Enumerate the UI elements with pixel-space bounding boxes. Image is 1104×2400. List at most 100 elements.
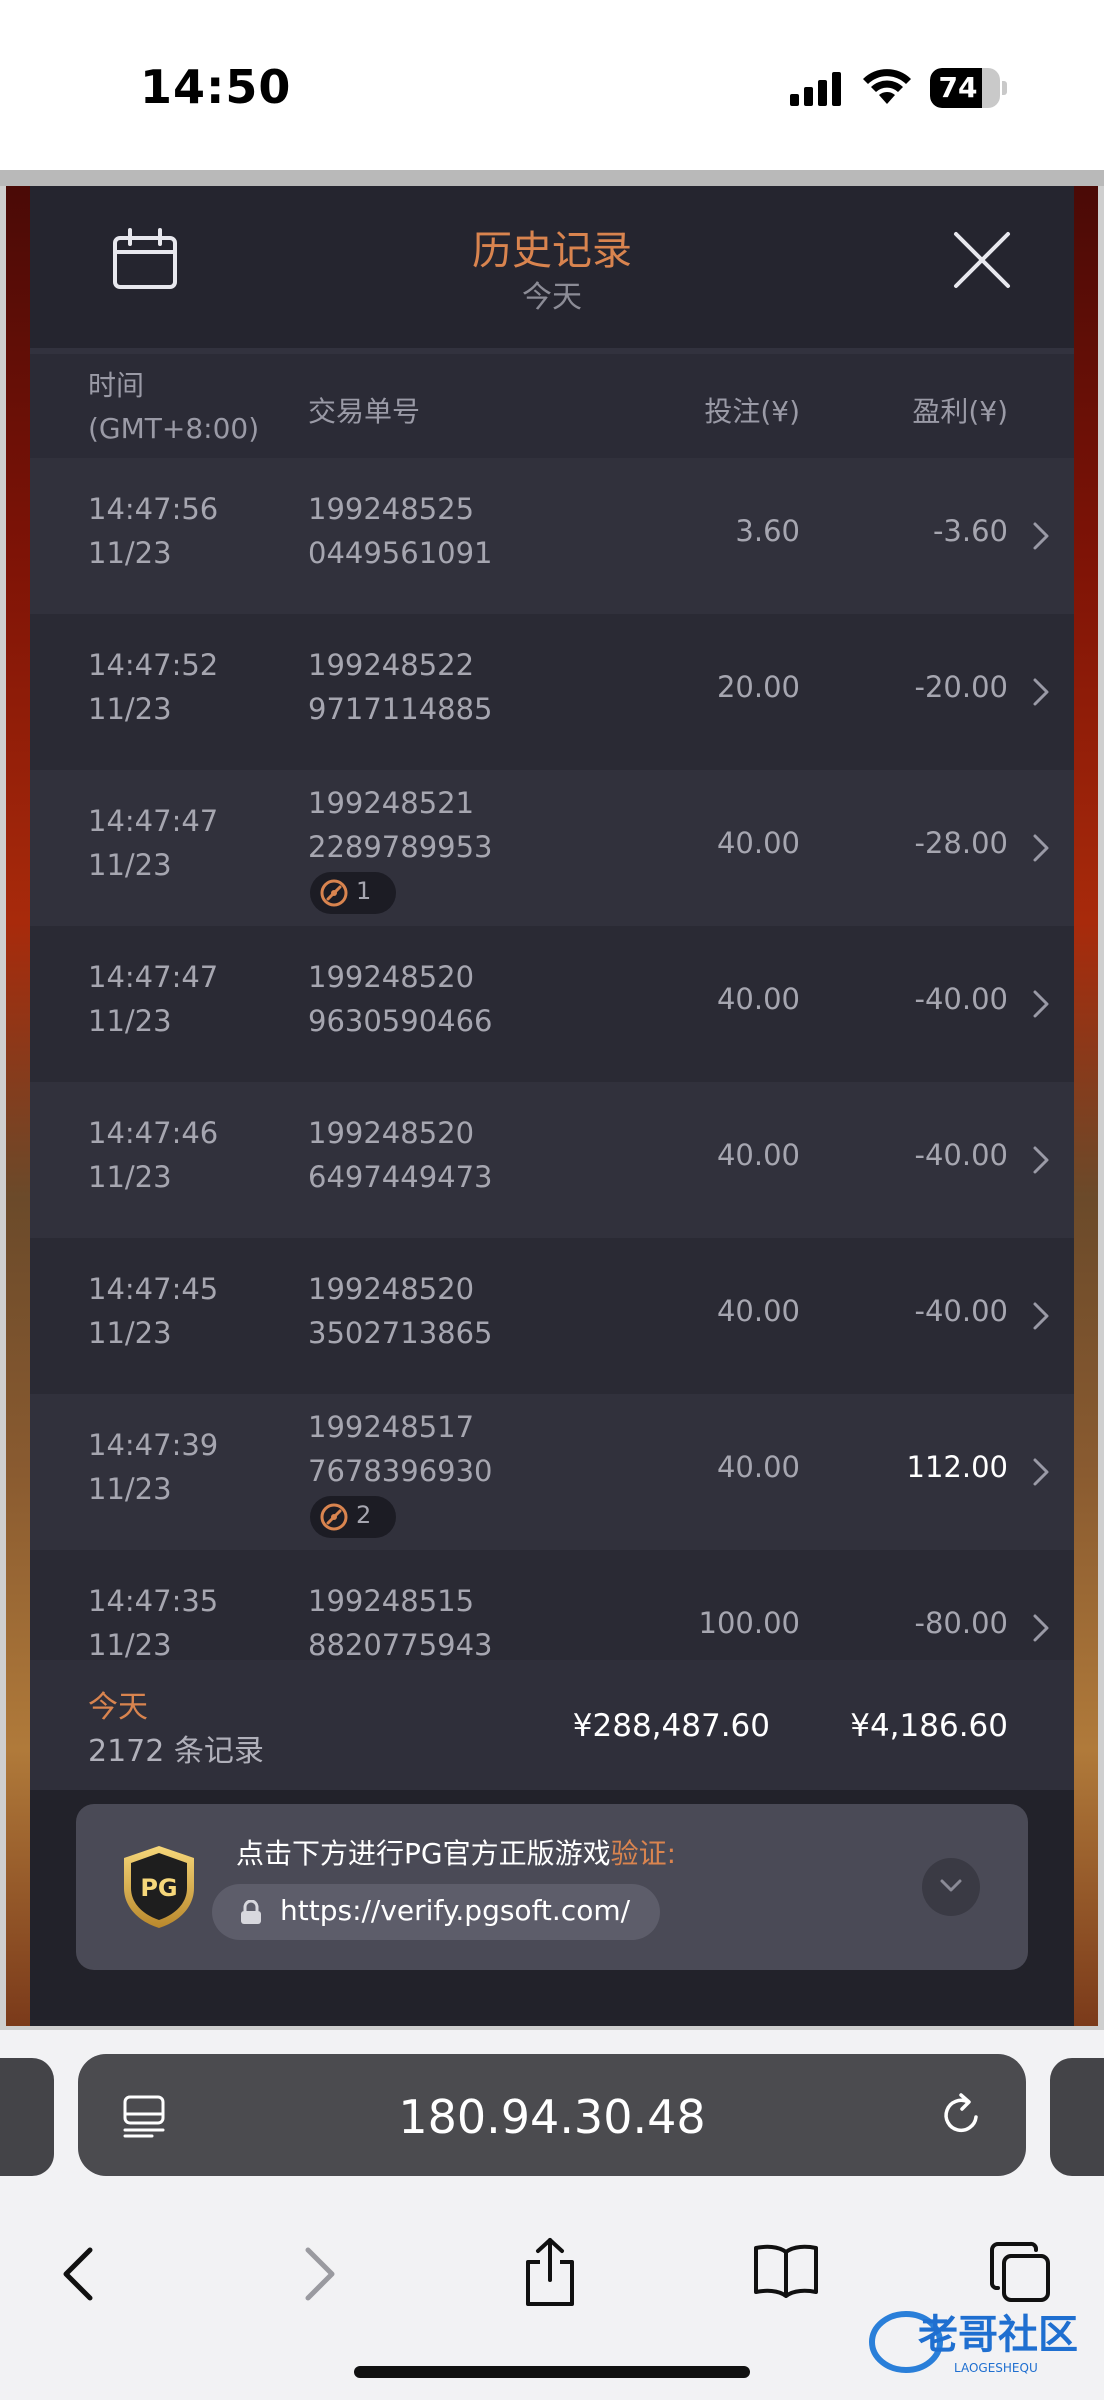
share-icon[interactable] [522, 2236, 578, 2308]
column-header-profit: 盈利(¥) [912, 395, 1008, 428]
history-row[interactable]: 14:47:46 11/23 199248520 6497449473 40.00 -40… [30, 1082, 1074, 1238]
row-time: 14:47:52 [88, 648, 219, 682]
chevron-right-icon[interactable] [1030, 1613, 1052, 1643]
close-icon[interactable] [952, 230, 1012, 290]
row-bet: 40.00 [716, 1138, 800, 1172]
row-transaction-id: 199248525 [308, 492, 475, 526]
row-bet: 40.00 [716, 826, 800, 860]
row-time: 14:47:56 [88, 492, 219, 526]
row-profit: -3.60 [932, 514, 1008, 548]
free-spin-badge: 1 [310, 872, 396, 914]
row-time: 14:47:46 [88, 1116, 219, 1150]
chevron-right-icon[interactable] [1030, 833, 1052, 863]
history-panel: 历史记录 今天 时间 (GMT+8:00) 交易单号 投注(¥) 盈利(¥) 1… [30, 186, 1074, 2026]
row-profit: 112.00 [906, 1450, 1008, 1484]
bookmarks-icon[interactable] [752, 2242, 820, 2298]
row-transaction-id: 199248520 [308, 1272, 475, 1306]
reload-icon[interactable] [940, 2092, 984, 2138]
row-transaction-id-suffix: 9630590466 [308, 1004, 493, 1038]
page-title: 历史记录 [472, 228, 632, 274]
address-bar[interactable]: 180.94.30.48 [78, 2054, 1026, 2176]
row-date: 11/23 [88, 536, 172, 570]
webview-top-edge [0, 170, 1104, 186]
chevron-down-icon [940, 1879, 962, 1892]
free-spin-icon [320, 879, 348, 907]
watermark-text: 老哥社区 [918, 2312, 1078, 2358]
row-profit: -40.00 [914, 1294, 1009, 1328]
previous-tab-preview[interactable] [0, 2058, 54, 2176]
cellular-signal-icon [790, 72, 841, 106]
verify-url-text: https://verify.pgsoft.com/ [280, 1894, 631, 1927]
row-bet: 40.00 [716, 1294, 800, 1328]
row-transaction-id-suffix: 0449561091 [308, 536, 493, 570]
row-transaction-id: 199248517 [308, 1410, 475, 1444]
forward-icon[interactable] [300, 2244, 340, 2304]
home-indicator [354, 2366, 750, 2378]
verify-url-link[interactable]: https://verify.pgsoft.com/ [212, 1884, 660, 1940]
row-profit: -40.00 [914, 982, 1009, 1016]
tabs-icon[interactable] [988, 2240, 1052, 2304]
history-row[interactable]: 14:47:45 11/23 199248520 3502713865 40.00 -40… [30, 1238, 1074, 1394]
pg-logo-text: PG [140, 1874, 177, 1902]
history-row[interactable]: 14:47:56 11/23 199248525 0449561091 3.60 -3.6… [30, 458, 1074, 614]
free-spin-badge: 2 [310, 1496, 396, 1538]
row-transaction-id: 199248520 [308, 960, 475, 994]
row-date: 11/23 [88, 1004, 172, 1038]
battery-level: 74 [938, 71, 978, 104]
row-profit: -80.00 [914, 1606, 1009, 1640]
total-bet: ¥288,487.60 [572, 1708, 770, 1744]
status-bar: 14:50 74 [0, 0, 1104, 170]
row-date: 11/23 [88, 1472, 172, 1506]
row-transaction-id-suffix: 2289789953 [308, 830, 493, 864]
column-headers: 时间 (GMT+8:00) 交易单号 投注(¥) 盈利(¥) [30, 354, 1074, 458]
row-time: 14:47:47 [88, 804, 219, 838]
expand-button[interactable] [922, 1858, 980, 1916]
chevron-right-icon[interactable] [1030, 989, 1052, 1019]
lock-icon [241, 1900, 261, 1924]
chevron-right-icon[interactable] [1030, 1145, 1052, 1175]
back-icon[interactable] [58, 2244, 98, 2304]
free-spin-icon [320, 1503, 348, 1531]
row-transaction-id: 199248515 [308, 1584, 475, 1618]
history-row[interactable]: 14:47:52 11/23 199248522 9717114885 20.00 -20… [30, 614, 1074, 770]
summary-label: 今天 [88, 1690, 148, 1725]
column-header-bet: 投注(¥) [704, 395, 800, 428]
row-transaction-id-suffix: 9717114885 [308, 692, 493, 726]
chevron-right-icon[interactable] [1030, 677, 1052, 707]
row-transaction-id: 199248520 [308, 1116, 475, 1150]
row-profit: -20.00 [914, 670, 1009, 704]
total-profit: ¥4,186.60 [850, 1708, 1008, 1744]
history-row[interactable]: 14:47:47 11/23 199248520 9630590466 40.00 -40… [30, 926, 1074, 1082]
pg-logo: PG [124, 1846, 194, 1928]
row-bet: 100.00 [698, 1606, 800, 1640]
watermark-logo: 老哥社区 LAOGESHEQU [869, 2311, 1078, 2375]
next-tab-preview[interactable] [1050, 2058, 1104, 2176]
row-time: 14:47:45 [88, 1272, 219, 1306]
chevron-right-icon[interactable] [1030, 521, 1052, 551]
row-time: 14:47:35 [88, 1584, 219, 1618]
history-row[interactable]: 14:47:39 11/23 199248517 7678396930 40.00 112… [30, 1394, 1074, 1550]
history-list[interactable]: 14:47:56 11/23 199248525 0449561091 3.60 -3.6… [30, 458, 1074, 1660]
row-bet: 40.00 [716, 982, 800, 1016]
row-date: 11/23 [88, 692, 172, 726]
record-count: 2172 条记录 [88, 1734, 264, 1769]
verify-card[interactable]: PG 点击下方进行PG官方正版游戏验证: https://verify.pgso… [76, 1804, 1028, 1970]
history-row[interactable]: 14:47:35 11/23 199248515 8820775943 100.00 -8… [30, 1550, 1074, 1660]
summary-bar: 今天 2172 条记录 ¥288,487.60 ¥4,186.60 [30, 1660, 1074, 1790]
status-time: 14:50 [140, 60, 292, 114]
verify-text: 点击下方进行PG官方正版游戏验证: [236, 1837, 677, 1870]
row-date: 11/23 [88, 848, 172, 882]
verify-highlight: 验证: [610, 1837, 677, 1870]
row-transaction-id: 199248521 [308, 786, 475, 820]
date-filter-label: 今天 [522, 280, 582, 315]
battery-icon: 74 [930, 68, 1007, 108]
history-row[interactable]: 14:47:47 11/23 199248521 2289789953 40.00 -28… [30, 770, 1074, 926]
row-transaction-id-suffix: 7678396930 [308, 1454, 493, 1488]
chevron-right-icon[interactable] [1030, 1301, 1052, 1331]
screen: 14:50 74 历史记录 今天 时间 (GMT+8:00) 交易单号 投注(¥… [0, 0, 1104, 2400]
row-time: 14:47:47 [88, 960, 219, 994]
row-profit: -28.00 [914, 826, 1009, 860]
chevron-right-icon[interactable] [1030, 1457, 1052, 1487]
row-bet: 40.00 [716, 1450, 800, 1484]
row-bet: 3.60 [735, 514, 800, 548]
